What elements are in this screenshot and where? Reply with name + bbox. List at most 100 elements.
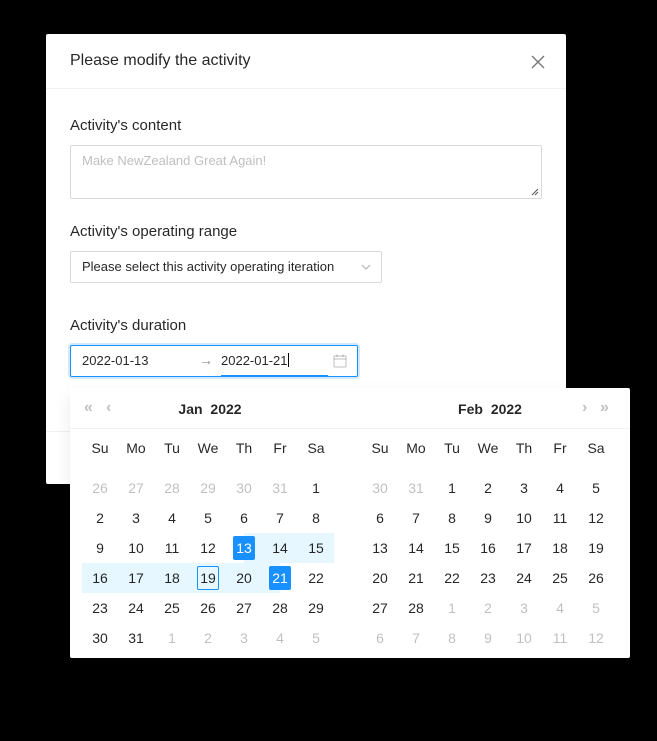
date-cell[interactable]: 6 [362,503,398,533]
date-cell[interactable]: 26 [82,473,118,503]
close-icon[interactable] [530,54,546,70]
date-cell[interactable]: 22 [298,563,334,593]
date-cell[interactable]: 3 [506,473,542,503]
date-cell[interactable]: 9 [82,533,118,563]
date-cell[interactable]: 25 [154,593,190,623]
content-textarea[interactable]: Make NewZealand Great Again! [70,145,542,199]
date-cell[interactable]: 3 [118,503,154,533]
date-cell[interactable]: 5 [578,473,614,503]
date-cell[interactable]: 26 [578,563,614,593]
date-cell[interactable]: 15 [434,533,470,563]
next-month-icon[interactable]: › [582,400,587,416]
date-cell[interactable]: 30 [226,473,262,503]
date-cell[interactable]: 15 [298,533,334,563]
date-cell-label: 7 [412,630,420,646]
date-cell[interactable]: 28 [398,593,434,623]
date-cell[interactable]: 1 [434,593,470,623]
super-next-icon[interactable]: » [600,400,609,416]
date-cell[interactable]: 22 [434,563,470,593]
date-cell[interactable]: 27 [362,593,398,623]
date-cell[interactable]: 30 [362,473,398,503]
date-cell[interactable]: 1 [434,473,470,503]
date-cell[interactable]: 10 [506,503,542,533]
date-cell[interactable]: 14 [262,533,298,563]
date-cell-label: 12 [588,510,604,526]
date-cell[interactable]: 29 [298,593,334,623]
date-cell[interactable]: 27 [118,473,154,503]
date-cell[interactable]: 30 [82,623,118,653]
date-cell[interactable]: 2 [470,593,506,623]
date-cell[interactable]: 24 [506,563,542,593]
date-cell[interactable]: 25 [542,563,578,593]
date-cell[interactable]: 31 [398,473,434,503]
date-cell[interactable]: 19 [578,533,614,563]
date-cell[interactable]: 6 [226,503,262,533]
month-button[interactable]: Feb [458,401,483,417]
date-cell[interactable]: 4 [542,593,578,623]
date-cell[interactable]: 9 [470,623,506,653]
date-cell[interactable]: 7 [262,503,298,533]
date-cell[interactable]: 2 [470,473,506,503]
date-cell[interactable]: 4 [542,473,578,503]
operating-iteration-select[interactable]: Please select this activity operating it… [70,251,382,283]
date-cell[interactable]: 2 [82,503,118,533]
date-cell[interactable]: 24 [118,593,154,623]
date-cell[interactable]: 31 [262,473,298,503]
date-cell[interactable]: 12 [578,503,614,533]
date-cell[interactable]: 10 [506,623,542,653]
date-cell[interactable]: 21 [262,563,298,593]
date-cell[interactable]: 11 [542,503,578,533]
date-cell[interactable]: 23 [470,563,506,593]
date-cell[interactable]: 9 [470,503,506,533]
date-cell[interactable]: 18 [542,533,578,563]
date-cell[interactable]: 27 [226,593,262,623]
year-button[interactable]: 2022 [210,401,241,417]
date-cell[interactable]: 17 [118,563,154,593]
date-cell[interactable]: 7 [398,623,434,653]
date-cell[interactable]: 10 [118,533,154,563]
date-cell[interactable]: 29 [190,473,226,503]
date-cell-label: 31 [272,480,288,496]
date-cell[interactable]: 12 [190,533,226,563]
date-cell[interactable]: 1 [298,473,334,503]
date-cell[interactable]: 1 [154,623,190,653]
duration-range-picker[interactable]: 2022-01-13 → 2022-01-21 [70,345,358,377]
end-date-input[interactable]: 2022-01-21 [221,353,289,368]
date-cell[interactable]: 26 [190,593,226,623]
date-cell[interactable]: 16 [470,533,506,563]
date-cell[interactable]: 28 [262,593,298,623]
year-button[interactable]: 2022 [491,401,522,417]
date-cell[interactable]: 20 [362,563,398,593]
date-cell[interactable]: 13 [362,533,398,563]
resize-grip-icon[interactable] [531,188,539,196]
date-cell[interactable]: 5 [190,503,226,533]
date-cell[interactable]: 7 [398,503,434,533]
date-cell[interactable]: 13 [226,533,262,563]
date-cell[interactable]: 8 [434,623,470,653]
date-cell[interactable]: 2 [190,623,226,653]
date-cell[interactable]: 31 [118,623,154,653]
date-cell[interactable]: 8 [434,503,470,533]
date-cell[interactable]: 21 [398,563,434,593]
date-cell[interactable]: 4 [154,503,190,533]
date-cell[interactable]: 3 [506,593,542,623]
date-cell[interactable]: 19 [190,563,226,593]
date-cell[interactable]: 5 [578,593,614,623]
date-cell[interactable]: 28 [154,473,190,503]
date-cell[interactable]: 3 [226,623,262,653]
date-cell[interactable]: 5 [298,623,334,653]
date-cell[interactable]: 8 [298,503,334,533]
start-date-input[interactable]: 2022-01-13 [82,353,149,368]
date-cell[interactable]: 11 [542,623,578,653]
date-cell[interactable]: 12 [578,623,614,653]
date-cell[interactable]: 20 [226,563,262,593]
date-cell[interactable]: 4 [262,623,298,653]
date-cell[interactable]: 11 [154,533,190,563]
date-cell[interactable]: 6 [362,623,398,653]
month-button[interactable]: Jan [178,401,202,417]
date-cell[interactable]: 18 [154,563,190,593]
date-cell[interactable]: 16 [82,563,118,593]
date-cell[interactable]: 17 [506,533,542,563]
date-cell[interactable]: 23 [82,593,118,623]
date-cell[interactable]: 14 [398,533,434,563]
